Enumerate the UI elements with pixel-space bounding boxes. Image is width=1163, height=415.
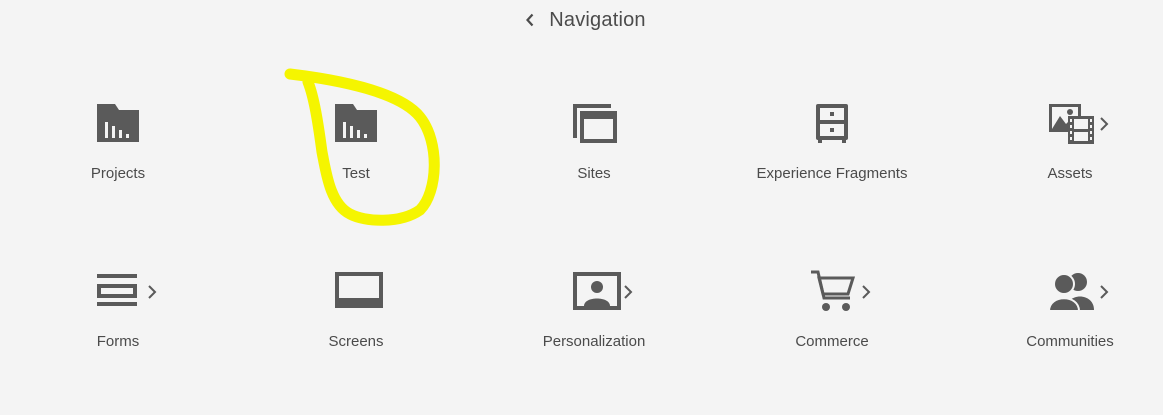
assets-icon xyxy=(1049,104,1094,144)
tile-label: Personalization xyxy=(542,333,646,350)
tile-label: Experience Fragments xyxy=(756,165,908,182)
tile-label: Assets xyxy=(1047,165,1093,182)
page-title: Navigation xyxy=(549,8,646,31)
navigation-back-button[interactable]: Navigation xyxy=(0,6,1163,34)
tile-label: Screens xyxy=(328,333,384,350)
tile-commerce[interactable]: Commerce xyxy=(742,270,922,370)
tile-label: Forms xyxy=(96,333,140,350)
tile-experience-fragments[interactable]: Experience Fragments xyxy=(742,102,922,202)
cart-icon xyxy=(811,270,856,311)
chevron-right-icon xyxy=(1100,285,1109,299)
tile-label: Sites xyxy=(577,165,611,182)
tile-label: Projects xyxy=(90,165,146,182)
tile-projects[interactable]: Projects xyxy=(28,102,208,202)
tile-sites[interactable]: Sites xyxy=(504,102,684,202)
cabinet-icon xyxy=(816,104,848,143)
navigation-page: Navigation Projects Test Sites Experienc… xyxy=(0,0,1163,415)
chevron-left-icon xyxy=(526,13,534,27)
chevron-right-icon xyxy=(624,285,633,299)
tile-communities[interactable]: Communities xyxy=(980,270,1160,370)
sites-icon xyxy=(573,104,617,143)
chevron-right-icon xyxy=(862,285,871,299)
chevron-right-icon xyxy=(1100,117,1109,131)
tile-forms[interactable]: Forms xyxy=(28,270,208,370)
projects-folder-icon xyxy=(97,104,139,142)
forms-icon xyxy=(97,274,137,306)
chevron-right-icon xyxy=(148,285,157,299)
tile-label: Communities xyxy=(1026,333,1114,350)
projects-folder-icon xyxy=(335,104,377,142)
tile-label: Commerce xyxy=(795,333,869,350)
users-icon xyxy=(1048,273,1094,312)
tile-label: Test xyxy=(342,165,370,182)
tile-personalization[interactable]: Personalization xyxy=(504,270,684,370)
screens-icon xyxy=(335,272,383,308)
tile-test[interactable]: Test xyxy=(266,102,446,202)
tile-screens[interactable]: Screens xyxy=(266,270,446,370)
personalization-icon xyxy=(573,272,621,310)
tile-assets[interactable]: Assets xyxy=(980,102,1160,202)
